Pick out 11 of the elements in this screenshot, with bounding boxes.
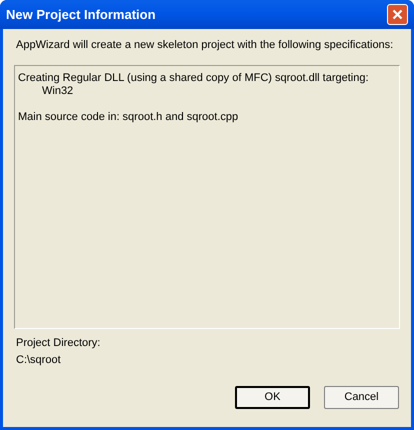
specification-line: Creating Regular DLL (using a shared copy of MFC) sqroot.dll targeting:: [18, 72, 370, 85]
close-icon: [392, 9, 403, 20]
dialog-button[interactable]: Cancel: [324, 386, 399, 409]
directory-label: Project Directory:: [16, 337, 102, 350]
close-button[interactable]: [387, 4, 408, 25]
intro-text: AppWizard will create a new skeleton project with the following specifications:: [16, 39, 394, 52]
dialog-button[interactable]: OK: [235, 386, 310, 409]
specification-line: Main source code in: sqroot.h and sqroot.cpp: [18, 111, 240, 124]
specification-line: Win32: [41, 85, 74, 98]
window-title: New Project Information: [6, 6, 156, 24]
directory-path: C:\sqroot: [16, 354, 62, 367]
